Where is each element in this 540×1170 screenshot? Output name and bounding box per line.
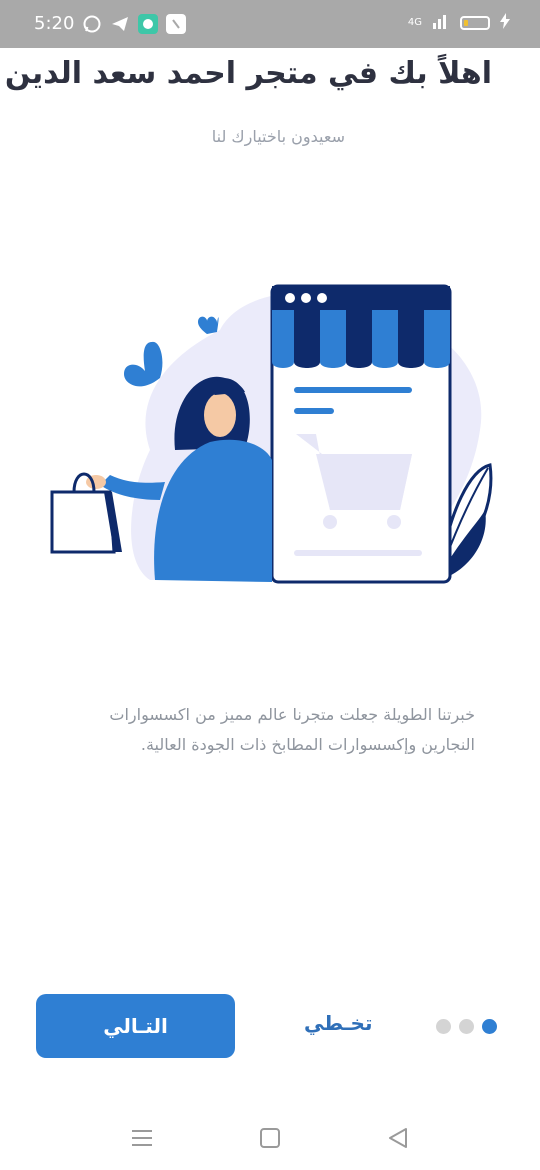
next-button[interactable]: التـالي [36, 994, 235, 1058]
page-dot-1[interactable] [482, 1019, 497, 1034]
onboarding-description: خبرتنا الطويلة جعلت متجرنا عالم مميز من … [109, 705, 475, 754]
back-icon[interactable] [384, 1126, 414, 1150]
page-dot-2[interactable] [459, 1019, 474, 1034]
skip-button[interactable]: تخـطي [304, 1011, 372, 1035]
navigation-bar [0, 1110, 540, 1170]
page-dot-3[interactable] [436, 1019, 451, 1034]
home-icon[interactable] [256, 1126, 286, 1150]
sim-icon [166, 14, 186, 34]
heart-icon-large [124, 341, 163, 387]
status-bar: 5:20 4G [0, 0, 540, 48]
telegram-icon [110, 14, 130, 34]
menu-icon[interactable] [128, 1126, 158, 1150]
network-type: 4G [407, 17, 422, 28]
system-icons: 4G [408, 13, 510, 33]
battery-level [464, 20, 468, 26]
page-subtitle: سعيدون باختيارك لنا [211, 127, 345, 146]
signal-icon [432, 13, 450, 33]
whatsapp-icon [82, 14, 102, 34]
notification-icons [82, 14, 186, 34]
messenger-icon [138, 14, 158, 34]
page-indicator [436, 1019, 497, 1034]
charging-icon [500, 13, 510, 33]
status-time: 5:20 [34, 13, 75, 34]
page-title: اهلاً بك في متجر احمد سعد الدين [4, 56, 492, 91]
battery-icon [460, 16, 490, 30]
shopping-illustration [50, 284, 493, 584]
